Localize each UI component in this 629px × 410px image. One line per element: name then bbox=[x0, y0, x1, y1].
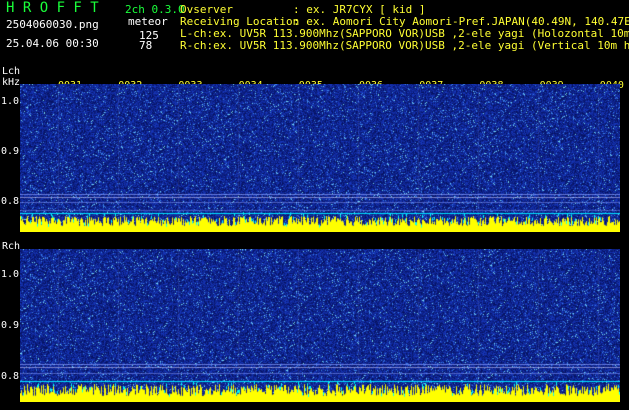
lch-spectrogram bbox=[20, 84, 620, 232]
lch-ytick-1-0: 1.0 bbox=[1, 96, 20, 107]
rch-ytick-0-8: 0.8 bbox=[1, 371, 20, 382]
rch-count: 78 bbox=[139, 39, 153, 52]
hroft-window: H R O F F T 2ch 0.3.0 meteor 2504060030.… bbox=[0, 0, 629, 410]
rch-channel-label: Rch bbox=[2, 241, 21, 252]
rch-ytick-0-9: 0.9 bbox=[1, 320, 20, 331]
lch-unit-label: kHz bbox=[2, 77, 21, 88]
lch-ytick-0-8: 0.8 bbox=[1, 196, 20, 207]
type-label: meteor bbox=[128, 15, 168, 28]
rch-spectrogram-canvas bbox=[20, 249, 620, 402]
datetime-label: 25.04.06 00:30 bbox=[6, 37, 99, 50]
app-title: H R O F F T bbox=[6, 0, 99, 16]
rch-ytick-1-0: 1.0 bbox=[1, 269, 20, 280]
lch-spectrogram-canvas bbox=[20, 84, 620, 232]
filename-label: 2504060030.png bbox=[6, 18, 99, 31]
lch-ytick-0-9: 0.9 bbox=[1, 146, 20, 157]
rch-description: R-ch:ex. UV5R 113.900Mhz(SAPPORO VOR)USB… bbox=[180, 39, 629, 52]
rch-spectrogram bbox=[20, 249, 620, 402]
